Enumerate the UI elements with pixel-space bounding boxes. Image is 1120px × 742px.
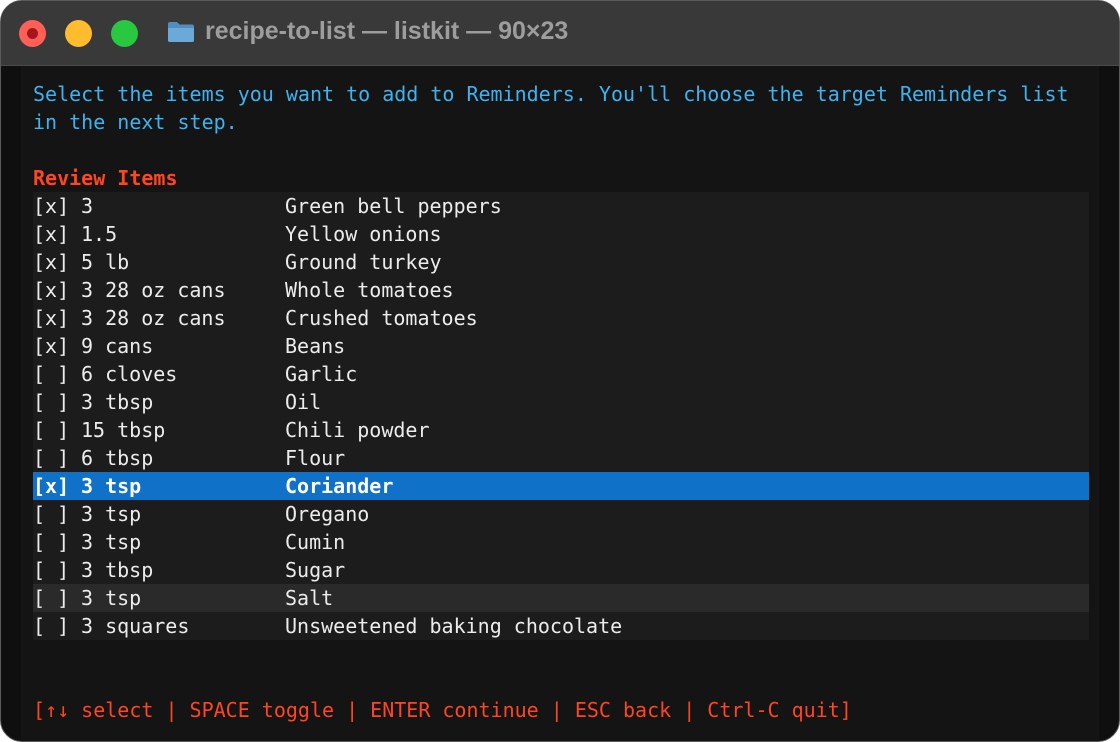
list-item[interactable]: [x] 1.5 Yellow onions [33,220,1089,248]
item-checkbox[interactable]: [ ] [33,556,69,584]
item-name: Crushed tomatoes [285,306,478,330]
zoom-button[interactable] [111,20,138,47]
item-quantity: 5 lb [81,250,130,274]
item-name: Green bell peppers [285,194,502,218]
list-item-hovered[interactable]: [ ] 3 tsp Salt [33,584,1089,612]
item-checkbox[interactable]: [x] [33,276,69,304]
list-item[interactable]: [ ] 3 tsp Oregano [33,500,1089,528]
list-item[interactable]: [ ] 6 tbsp Flour [33,444,1089,472]
list-item[interactable]: [x] 3 Green bell peppers [33,192,1089,220]
item-checkbox[interactable]: [ ] [33,612,69,640]
item-quantity: 15 tbsp [81,418,166,442]
item-checkbox[interactable]: [ ] [33,528,69,556]
item-quantity: 3 tsp [81,586,142,610]
item-name: Sugar [285,558,346,582]
item-quantity: 3 tsp [81,530,142,554]
item-name: Garlic [285,362,358,386]
list-item[interactable]: [ ] 3 tbsp Oil [33,388,1089,416]
item-quantity: 6 tbsp [81,446,154,470]
item-quantity: 3 tsp [81,502,142,526]
item-checkbox[interactable]: [x] [33,472,69,500]
item-list: [x] 3 Green bell peppers [x] 1.5 Yellow … [33,192,1089,640]
item-name: Salt [285,586,334,610]
item-checkbox[interactable]: [x] [33,192,69,220]
list-item[interactable]: [x] 5 lb Ground turkey [33,248,1089,276]
instruction-text-line-1: Select the items you want to add to Remi… [33,82,1069,106]
item-checkbox[interactable]: [ ] [33,360,69,388]
item-checkbox[interactable]: [x] [33,304,69,332]
item-name: Ground turkey [285,250,442,274]
item-quantity: 3 tbsp [81,558,154,582]
terminal-window: recipe-to-list — listkit — 90×23 Select … [0,0,1120,742]
item-quantity: 6 cloves [81,362,178,386]
keyboard-help-bar: [↑↓ select | SPACE toggle | ENTER contin… [33,698,852,722]
list-item-selected[interactable]: [x] 3 tsp Coriander [33,472,1089,500]
title-bar: recipe-to-list — listkit — 90×23 [1,1,1119,66]
item-quantity: 3 28 oz cans [81,306,226,330]
item-name: Whole tomatoes [285,278,454,302]
folder-icon [168,22,194,42]
item-checkbox[interactable]: [x] [33,248,69,276]
item-name: Beans [285,334,346,358]
instruction-text-line-2: in the next step. [33,110,238,134]
item-checkbox[interactable]: [ ] [33,500,69,528]
list-item[interactable]: [ ] 3 tsp Cumin [33,528,1089,556]
minimize-button[interactable] [65,20,92,47]
item-checkbox[interactable]: [ ] [33,416,69,444]
item-quantity: 3 [81,194,94,218]
item-checkbox[interactable]: [ ] [33,444,69,472]
section-heading: Review Items [33,166,178,190]
item-quantity: 3 28 oz cans [81,278,226,302]
item-checkbox[interactable]: [x] [33,220,69,248]
item-name: Cumin [285,530,346,554]
item-checkbox[interactable]: [x] [33,332,69,360]
list-item[interactable]: [ ] 3 squares Unsweetened baking chocola… [33,612,1089,640]
item-checkbox[interactable]: [ ] [33,584,69,612]
terminal-content[interactable]: Select the items you want to add to Remi… [21,66,1099,741]
item-name: Yellow onions [285,222,442,246]
list-item[interactable]: [ ] 15 tbsp Chili powder [33,416,1089,444]
item-name: Chili powder [285,418,430,442]
item-quantity: 9 cans [81,334,154,358]
list-item[interactable]: [x] 9 cans Beans [33,332,1089,360]
item-quantity: 3 tsp [81,474,142,498]
item-name: Oil [285,390,322,414]
list-item[interactable]: [x] 3 28 oz cans Crushed tomatoes [33,304,1089,332]
item-quantity: 3 squares [81,614,190,638]
item-name: Unsweetened baking chocolate [285,614,623,638]
item-name: Flour [285,446,346,470]
list-item[interactable]: [ ] 3 tbsp Sugar [33,556,1089,584]
item-quantity: 1.5 [81,222,118,246]
window-title: recipe-to-list — listkit — 90×23 [205,17,569,45]
close-button[interactable] [19,20,46,47]
item-name: Coriander [285,474,394,498]
list-item[interactable]: [ ] 6 cloves Garlic [33,360,1089,388]
item-checkbox[interactable]: [ ] [33,388,69,416]
list-item[interactable]: [x] 3 28 oz cans Whole tomatoes [33,276,1089,304]
item-name: Oregano [285,502,370,526]
item-quantity: 3 tbsp [81,390,154,414]
